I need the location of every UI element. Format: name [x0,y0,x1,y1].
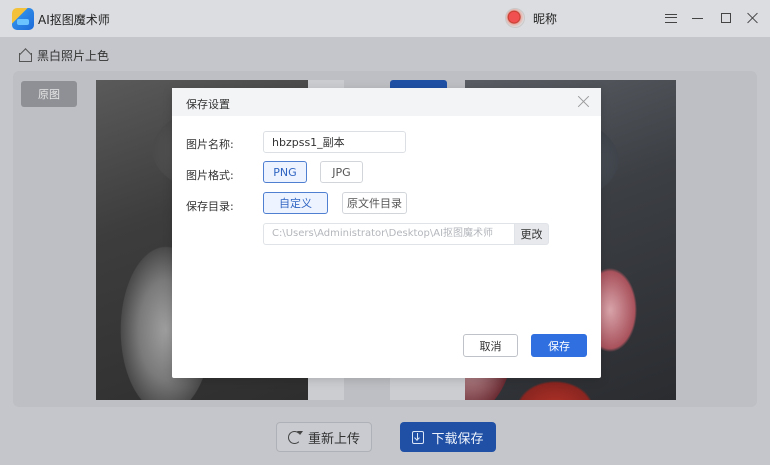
minimize-button[interactable] [688,9,706,27]
image-format-label: 图片格式: [186,169,234,182]
dialog-title: 保存设置 [186,98,230,111]
user-profile[interactable]: 昵称 [505,7,557,29]
save-button[interactable]: 保存 [531,334,587,357]
maximize-button[interactable] [717,9,735,27]
reupload-label: 重新上传 [307,431,360,447]
save-path-input[interactable]: C:\Users\Administrator\Desktop\AI抠图魔术师 [263,223,515,245]
refresh-icon [287,430,303,444]
format-option-png[interactable]: PNG [263,161,307,183]
reupload-button[interactable]: 重新上传 [276,422,372,452]
menu-icon [665,13,677,23]
image-name-input[interactable] [263,131,406,153]
cancel-button[interactable]: 取消 [463,334,518,357]
close-icon [746,12,758,24]
maximize-icon [721,13,731,23]
user-nickname[interactable]: 昵称 [533,10,557,27]
change-path-button[interactable]: 更改 [514,223,549,245]
minimize-icon [691,17,703,19]
download-icon [412,430,425,444]
download-save-label: 下载保存 [431,431,484,447]
format-option-jpg[interactable]: JPG [320,161,363,183]
app-logo-icon [12,8,34,30]
dir-option-custom[interactable]: 自定义 [263,192,328,214]
dialog-header: 保存设置 [172,88,601,116]
close-window-button[interactable] [743,9,761,27]
menu-button[interactable] [662,9,680,27]
download-save-button[interactable]: 下载保存 [400,422,496,452]
breadcrumb[interactable]: 黑白照片上色 [18,46,109,64]
title-bar: AI抠图魔术师 昵称 [0,0,770,37]
breadcrumb-label: 黑白照片上色 [37,48,110,63]
dialog-close-icon[interactable] [577,95,590,108]
save-directory-label: 保存目录: [186,200,234,213]
original-tab[interactable]: 原图 [21,81,77,107]
image-name-label: 图片名称: [186,138,234,151]
avatar[interactable] [505,8,525,28]
dir-option-source-folder[interactable]: 原文件目录 [342,192,407,214]
home-icon[interactable] [18,49,32,62]
save-settings-dialog: 保存设置 图片名称: 图片格式: PNG JPG 保存目录: 自定义 原文件目录… [172,88,601,378]
app-title: AI抠图魔术师 [38,13,110,27]
